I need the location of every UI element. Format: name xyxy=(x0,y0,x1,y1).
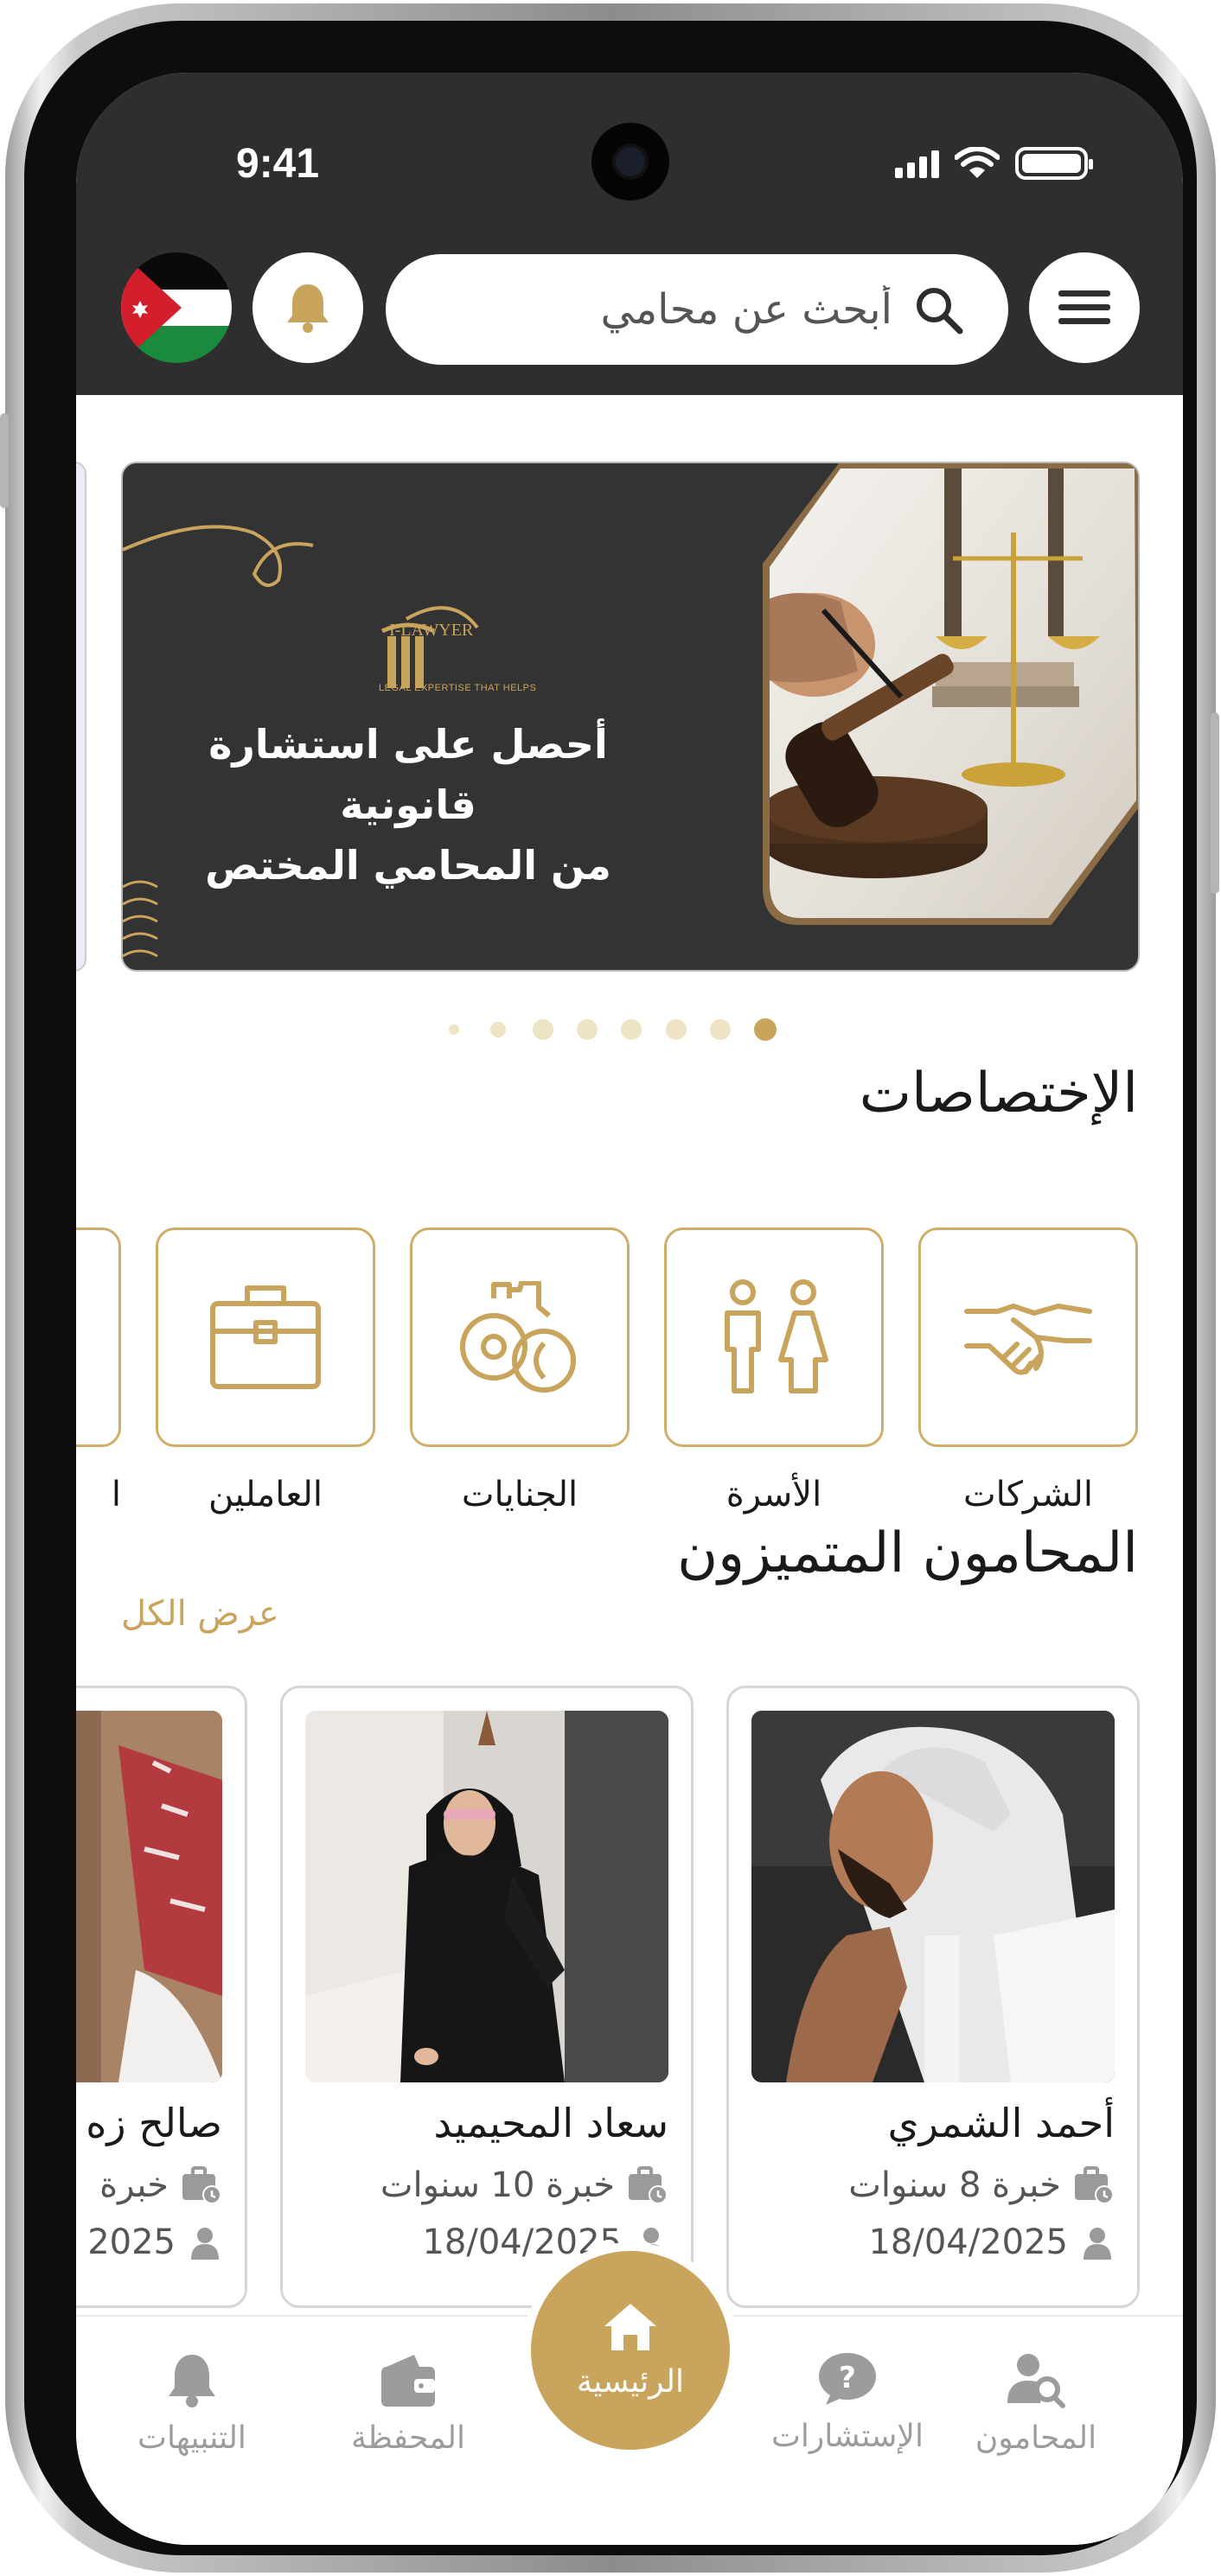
phone-side-button xyxy=(1211,712,1219,894)
carousel-dot[interactable] xyxy=(577,1019,598,1040)
nav-consultations[interactable]: ? الإستشارات xyxy=(752,2351,943,2454)
lawyer-experience: خبرة 10 سنوات xyxy=(380,2165,615,2205)
lawyer-experience-row: خبرة 10 سنوات xyxy=(380,2165,668,2205)
search-bar[interactable] xyxy=(386,254,1008,365)
briefcase-icon xyxy=(210,1285,321,1389)
specialty-card-companies[interactable] xyxy=(918,1227,1138,1447)
lawyer-photo xyxy=(305,1711,668,2082)
specialty-card-partial[interactable] xyxy=(76,1227,121,1447)
carousel-dot[interactable] xyxy=(490,1022,506,1037)
logo-name: I-LAWYER xyxy=(389,621,474,640)
wifi-icon xyxy=(955,147,1000,178)
nav-home-label: الرئيسية xyxy=(577,2363,684,2400)
nav-lawyers-label: المحامون xyxy=(975,2420,1097,2456)
nav-lawyers[interactable]: المحامون xyxy=(941,2351,1131,2456)
nav-consultations-label: الإستشارات xyxy=(771,2419,924,2454)
user-icon xyxy=(191,2228,219,2260)
lawyer-experience-row: خبرة 8 سنوات xyxy=(848,2165,1115,2205)
lawyer-name: صالح زه xyxy=(86,2100,222,2146)
carousel-dot[interactable] xyxy=(621,1019,642,1040)
front-camera xyxy=(591,123,669,201)
lawyer-date-row: 18/04/2025 xyxy=(868,2222,1115,2262)
banner-gavel-photo xyxy=(763,463,1138,925)
app-header: 9:41 xyxy=(76,73,1183,395)
wallet-icon xyxy=(381,2355,435,2407)
nav-wallet[interactable]: المحفظة xyxy=(313,2351,503,2456)
family-icon xyxy=(725,1279,828,1393)
banner-title-line1: أحصل على استشارة قانونية xyxy=(208,721,608,828)
specialty-label-partial: ا xyxy=(111,1475,121,1514)
carousel-dot[interactable] xyxy=(666,1019,687,1040)
nav-notifications[interactable]: التنبيهات xyxy=(97,2351,287,2456)
jordan-flag-icon[interactable] xyxy=(121,252,232,363)
home-icon xyxy=(604,2303,656,2350)
specialties-title: الإختصاصات xyxy=(859,1062,1138,1125)
banner-title: أحصل على استشارة قانونية من المحامي المخ… xyxy=(183,714,633,896)
specialty-label-family: الأسرة xyxy=(726,1475,822,1514)
nav-home-button[interactable]: الرئيسية xyxy=(531,2251,730,2450)
lawyer-card[interactable]: سعاد المحيميد خبرة 10 سنوات 18/04/2025 xyxy=(280,1686,694,2308)
signal-icon xyxy=(895,149,939,178)
lawyer-date-row: 2025 xyxy=(87,2222,222,2262)
search-input[interactable] xyxy=(529,285,892,334)
nav-notifications-label: التنبيهات xyxy=(137,2420,246,2456)
lawyer-photo xyxy=(76,1711,222,2082)
notifications-button[interactable] xyxy=(253,252,363,363)
lawyer-name: سعاد المحيميد xyxy=(433,2100,668,2146)
lawyer-experience: خبرة 8 سنوات xyxy=(848,2165,1061,2205)
handcuffs-icon xyxy=(460,1281,576,1393)
carousel-dot[interactable] xyxy=(710,1019,731,1040)
phone-frame: 9:41 أبحث عن محامي I-LAWYER LEGAL EXPERT… xyxy=(0,3,1219,2573)
specialty-label-criminal: الجنايات xyxy=(461,1475,579,1514)
lawyer-date: 18/04/2025 xyxy=(868,2222,1068,2262)
lawyer-card[interactable]: صالح زه خبرة 2025 xyxy=(76,1686,247,2308)
lawyer-date: 18/04/2025 xyxy=(422,2222,622,2262)
logo-tagline: LEGAL EXPERTISE THAT HELPS xyxy=(379,683,537,693)
lawyer-experience: خبرة xyxy=(99,2165,169,2205)
specialty-label-companies: الشركات xyxy=(963,1475,1093,1514)
specialty-card-family[interactable] xyxy=(664,1227,884,1447)
app-screen: 9:41 أبحث عن محامي I-LAWYER LEGAL EXPERT… xyxy=(76,73,1183,2545)
question-bubble-icon: ? xyxy=(819,2353,876,2405)
specialty-label-employees: العاملين xyxy=(208,1475,323,1514)
nav-wallet-label: المحفظة xyxy=(350,2420,466,2456)
promo-banner[interactable]: I-LAWYER LEGAL EXPERTISE THAT HELPS أحصل… xyxy=(121,462,1140,972)
status-time: 9:41 xyxy=(236,141,320,187)
handshake-icon xyxy=(964,1304,1092,1375)
phone-side-button xyxy=(0,413,9,508)
user-icon xyxy=(1084,2228,1111,2260)
menu-button[interactable] xyxy=(1029,252,1140,363)
svg-text:?: ? xyxy=(839,2361,856,2395)
lawyer-name: أحمد الشمري xyxy=(887,2100,1115,2146)
banner-title-line2: من المحامي المختص xyxy=(205,842,611,889)
previous-banner-peek[interactable] xyxy=(76,462,86,972)
carousel-dot[interactable] xyxy=(533,1019,553,1040)
briefcase-clock-icon xyxy=(629,2166,668,2204)
carousel-dot-active[interactable] xyxy=(754,1018,777,1041)
bell-icon xyxy=(169,2355,215,2407)
lawyer-photo xyxy=(751,1711,1115,2082)
phone-bezel: 9:41 أبحث عن محامي I-LAWYER LEGAL EXPERT… xyxy=(24,21,1197,2555)
lawyer-date: 2025 xyxy=(87,2222,176,2262)
view-all-link[interactable]: عرض الكل xyxy=(121,1594,279,1634)
lawyer-experience-row: خبرة xyxy=(99,2165,222,2205)
lawyer-card[interactable]: أحمد الشمري خبرة 8 سنوات 18/04/2025 xyxy=(726,1686,1140,2308)
status-icons xyxy=(895,147,1093,180)
specialty-card-criminal[interactable] xyxy=(410,1227,630,1447)
briefcase-clock-icon xyxy=(1075,2166,1114,2204)
user-search-icon xyxy=(1007,2354,1065,2408)
search-icon xyxy=(917,288,963,335)
featured-lawyers-title: المحامون المتميزون xyxy=(677,1521,1138,1585)
battery-icon xyxy=(1015,147,1093,180)
carousel-dot[interactable] xyxy=(449,1024,459,1035)
hamburger-menu-icon xyxy=(1058,290,1110,324)
specialty-card-employees[interactable] xyxy=(156,1227,375,1447)
briefcase-clock-icon xyxy=(182,2166,221,2204)
bell-icon xyxy=(287,284,329,333)
